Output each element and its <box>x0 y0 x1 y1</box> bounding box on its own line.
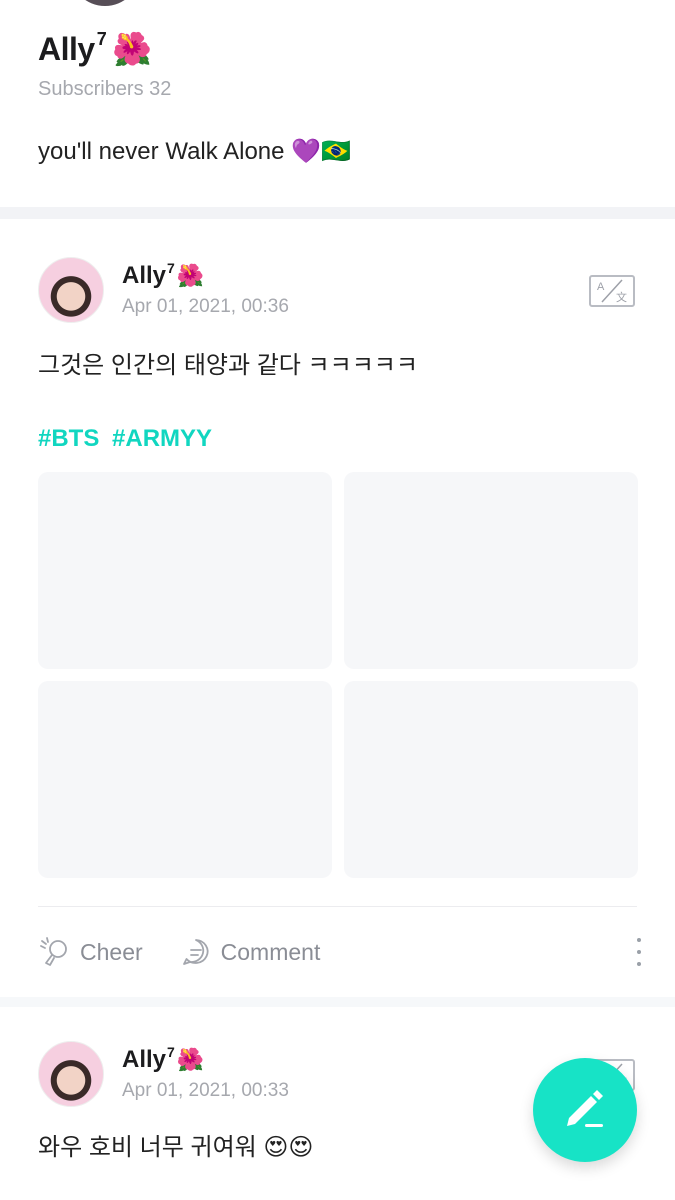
community-feed: Ally 7 🌺 Subscribers 32 you'll never Wal… <box>0 0 675 1200</box>
author-meta: Ally 7 🌺 Apr 01, 2021, 00:36 <box>122 260 289 318</box>
comment-icon <box>179 936 213 968</box>
post-separator <box>0 997 675 1007</box>
post-timestamp: Apr 01, 2021, 00:36 <box>122 296 289 317</box>
avatar[interactable] <box>38 1041 104 1107</box>
post-actions: Cheer Comment <box>38 932 645 972</box>
author-name-emoji: 🌺 <box>176 263 205 288</box>
hashtag-link[interactable]: #ARMYY <box>112 425 212 452</box>
profile-name-emoji: 🌺 <box>112 31 152 67</box>
post-card[interactable]: Ally 7 🌺 Apr 01, 2021, 00:36 A 文 그것은 인간의… <box>0 219 675 997</box>
post-timestamp: Apr 01, 2021, 00:33 <box>122 1080 289 1101</box>
image-thumbnail[interactable] <box>344 472 638 669</box>
profile-name: Ally 7 🌺 <box>38 28 645 68</box>
cheer-icon <box>38 936 72 968</box>
comment-button[interactable]: Comment <box>179 936 321 968</box>
author-name-sup: 7 <box>167 260 175 276</box>
hashtag-link[interactable]: #BTS <box>38 425 99 452</box>
pencil-icon <box>561 1084 609 1137</box>
post-text: 그것은 인간의 태양과 같다 ㅋㅋㅋㅋㅋ <box>38 352 418 379</box>
comment-label: Comment <box>220 938 321 965</box>
author-name-emoji: 🌺 <box>176 1047 205 1072</box>
post-text: 와우 호비 너무 귀여워 😍😍 <box>38 1134 314 1161</box>
image-grid <box>38 472 638 878</box>
subscriber-count: Subscribers 32 <box>38 78 172 100</box>
post-author[interactable]: Ally 7 🌺 Apr 01, 2021, 00:36 <box>38 257 289 323</box>
profile-bio: you'll never Walk Alone 💜🇧🇷 <box>38 138 351 165</box>
post-author[interactable]: Ally 7 🌺 Apr 01, 2021, 00:33 <box>38 1041 289 1107</box>
more-vertical-icon[interactable] <box>633 938 645 966</box>
hashtag-list: #BTS #ARMYY <box>38 425 218 453</box>
cheer-button[interactable]: Cheer <box>38 936 143 968</box>
author-name: Ally 7 🌺 <box>122 260 289 290</box>
profile-name-sup: 7 <box>96 28 107 49</box>
section-divider <box>0 207 675 219</box>
profile-avatar-partial <box>70 0 140 6</box>
author-name-text: Ally <box>122 262 167 289</box>
author-name-sup: 7 <box>167 1044 175 1060</box>
profile-header: Ally 7 🌺 Subscribers 32 you'll never Wal… <box>38 28 645 166</box>
cheer-label: Cheer <box>80 938 143 965</box>
author-meta: Ally 7 🌺 Apr 01, 2021, 00:33 <box>122 1044 289 1102</box>
image-thumbnail[interactable] <box>344 681 638 878</box>
avatar[interactable] <box>38 257 104 323</box>
svg-text:文: 文 <box>616 290 627 304</box>
write-post-button[interactable] <box>533 1058 637 1162</box>
profile-name-text: Ally <box>38 30 95 67</box>
translate-icon[interactable]: A 文 <box>589 275 635 307</box>
svg-text:A: A <box>597 281 605 293</box>
author-name: Ally 7 🌺 <box>122 1044 289 1074</box>
image-thumbnail[interactable] <box>38 681 332 878</box>
image-thumbnail[interactable] <box>38 472 332 669</box>
post-divider <box>38 906 637 907</box>
author-name-text: Ally <box>122 1046 167 1073</box>
